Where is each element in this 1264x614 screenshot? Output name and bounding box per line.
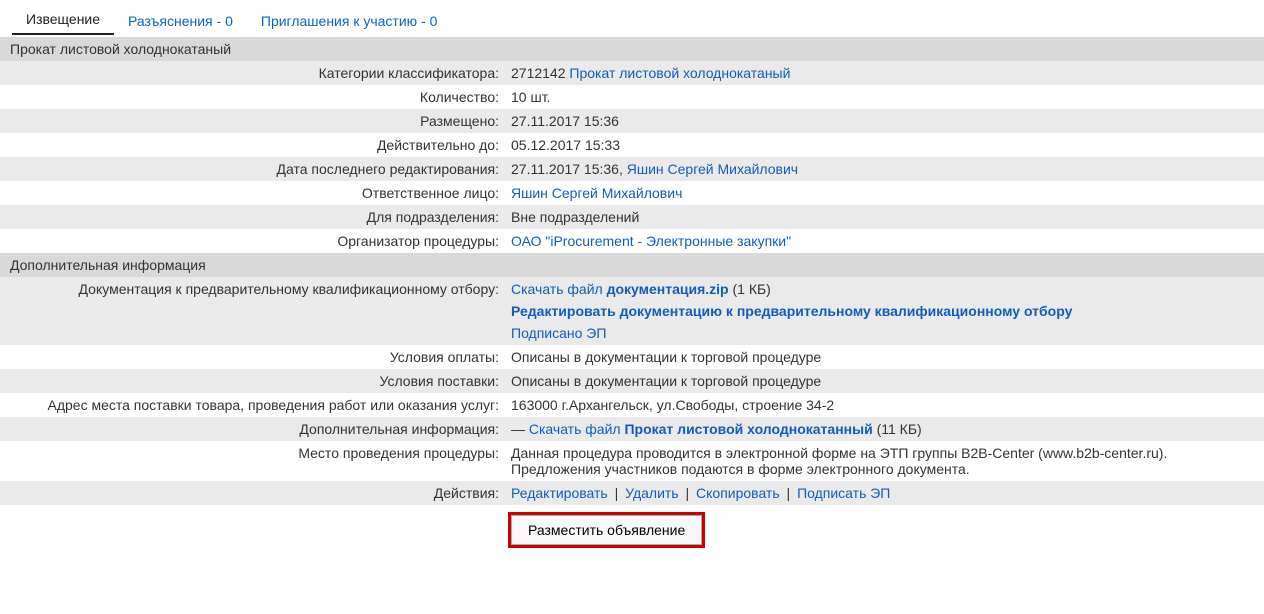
row-payment: Условия оплаты: Описаны в документации к… [0,345,1264,369]
label-lastedit: Дата последнего редактирования: [0,157,505,181]
label-organizer: Организатор процедуры: [0,229,505,253]
label-responsible: Ответственное лицо: [0,181,505,205]
action-edit[interactable]: Редактировать [511,485,608,501]
extra-info-table: Документация к предварительному квалифик… [0,277,1264,549]
row-placed: Размещено: 27.11.2017 15:36 [0,109,1264,133]
section-header-main: Прокат листовой холоднокатаный [0,37,1264,61]
label-delivery: Условия поставки: [0,369,505,393]
row-extra-info: Дополнительная информация: — Скачать фай… [0,417,1264,441]
row-actions: Действия: Редактировать | Удалить | Скоп… [0,481,1264,505]
label-classifier: Категории классификатора: [0,61,505,85]
row-place: Место проведения процедуры: Данная проце… [0,441,1264,481]
publish-button[interactable]: Разместить объявление [511,515,702,545]
value-responsible: Яшин Сергей Михайлович [505,181,1264,205]
docs-download-prefix: Скачать файл [511,281,607,297]
label-placed: Размещено: [0,109,505,133]
label-address: Адрес места поставки товара, проведения … [0,393,505,417]
row-address: Адрес места поставки товара, проведения … [0,393,1264,417]
label-quantity: Количество: [0,85,505,109]
value-organizer: ОАО "iProcurement - Электронные закупки" [505,229,1264,253]
value-address: 163000 г.Архангельск, ул.Свободы, строен… [505,393,1264,417]
extra-download-file: Прокат листовой холоднокатанный [624,421,872,437]
row-organizer: Организатор процедуры: ОАО "iProcurement… [0,229,1264,253]
value-docs: Скачать файл документация.zip (1 КБ) Ред… [505,277,1264,345]
row-publish: Разместить объявление [0,505,1264,549]
value-classifier: 2712142 Прокат листовой холоднокатаный [505,61,1264,85]
tab-notice[interactable]: Извещение [12,7,114,35]
tab-explanations[interactable]: Разъяснения - 0 [114,9,247,35]
label-place: Место проведения процедуры: [0,441,505,465]
label-publish-empty [0,505,505,513]
docs-download-link[interactable]: Скачать файл документация.zip [511,281,729,297]
row-lastedit: Дата последнего редактирования: 27.11.20… [0,157,1264,181]
value-extra-info: — Скачать файл Прокат листовой холоднока… [505,417,1264,441]
docs-download-file: документация.zip [607,281,729,297]
tab-invitations[interactable]: Приглашения к участию - 0 [247,9,452,35]
value-quantity: 10 шт. [505,85,1264,109]
value-lastedit: 27.11.2017 15:36, Яшин Сергей Михайлович [505,157,1264,181]
docs-signed-link[interactable]: Подписано ЭП [511,325,606,341]
section-header-extra: Дополнительная информация [0,253,1264,277]
row-dept: Для подразделения: Вне подразделений [0,205,1264,229]
value-delivery: Описаны в документации к торговой процед… [505,369,1264,393]
value-publish: Разместить объявление [505,505,1264,549]
docs-edit-link[interactable]: Редактировать документацию к предварител… [511,303,1072,319]
action-sign[interactable]: Подписать ЭП [797,485,890,501]
value-actions: Редактировать | Удалить | Скопировать | … [505,481,1264,505]
label-valid: Действительно до: [0,133,505,157]
sep2: | [679,485,696,501]
responsible-link[interactable]: Яшин Сергей Михайлович [511,185,682,201]
classifier-code: 2712142 [511,65,566,81]
row-responsible: Ответственное лицо: Яшин Сергей Михайлов… [0,181,1264,205]
label-docs: Документация к предварительному квалифик… [0,277,505,301]
label-dept: Для подразделения: [0,205,505,229]
label-actions: Действия: [0,481,505,505]
value-valid: 05.12.2017 15:33 [505,133,1264,157]
sep1: | [608,485,625,501]
row-docs: Документация к предварительному квалифик… [0,277,1264,345]
main-info-table: Категории классификатора: 2712142 Прокат… [0,61,1264,253]
value-place: Данная процедура проводится в электронно… [505,441,1264,481]
action-copy[interactable]: Скопировать [696,485,780,501]
lastedit-text: 27.11.2017 15:36, [511,161,627,177]
row-delivery: Условия поставки: Описаны в документации… [0,369,1264,393]
value-placed: 27.11.2017 15:36 [505,109,1264,133]
row-classifier: Категории классификатора: 2712142 Прокат… [0,61,1264,85]
classifier-link[interactable]: Прокат листовой холоднокатаный [569,65,790,81]
extra-download-size: (11 КБ) [873,421,922,437]
extra-dash: — [511,421,529,437]
label-payment: Условия оплаты: [0,345,505,369]
sep3: | [780,485,797,501]
label-extra-info: Дополнительная информация: [0,417,505,441]
extra-download-link[interactable]: Скачать файл Прокат листовой холодноката… [529,421,873,437]
extra-download-prefix: Скачать файл [529,421,625,437]
value-dept: Вне подразделений [505,205,1264,229]
row-valid: Действительно до: 05.12.2017 15:33 [0,133,1264,157]
row-quantity: Количество: 10 шт. [0,85,1264,109]
value-payment: Описаны в документации к торговой процед… [505,345,1264,369]
organizer-link[interactable]: ОАО "iProcurement - Электронные закупки" [511,233,791,249]
docs-download-size: (1 КБ) [729,281,771,297]
action-delete[interactable]: Удалить [625,485,678,501]
lastedit-person-link[interactable]: Яшин Сергей Михайлович [627,161,798,177]
tabs: Извещение Разъяснения - 0 Приглашения к … [0,7,1264,37]
